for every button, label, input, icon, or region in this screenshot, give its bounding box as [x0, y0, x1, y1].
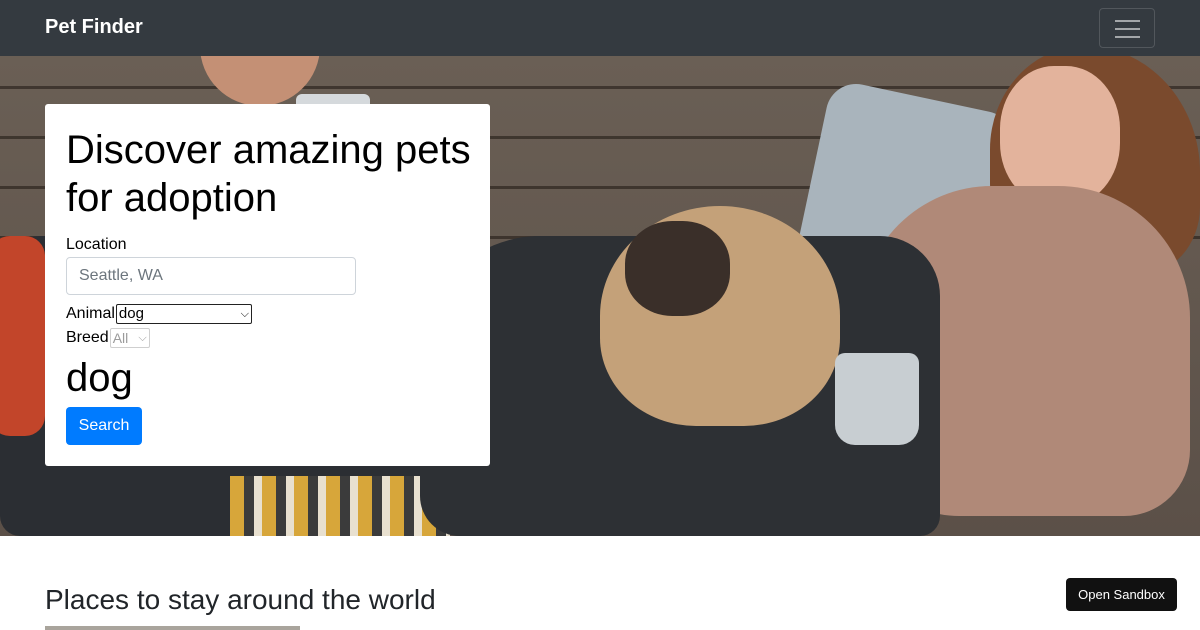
brand-link[interactable]: Pet Finder — [45, 15, 143, 40]
woman-face-photo — [1000, 66, 1120, 206]
section-title: Places to stay around the world — [45, 584, 436, 615]
search-card: Discover amazing pets for adoption Locat… — [45, 104, 490, 466]
red-pillow-photo — [0, 236, 45, 436]
search-button[interactable]: Search — [66, 407, 142, 445]
animal-label: Animal — [66, 305, 115, 322]
breed-label: Breed — [66, 329, 109, 346]
navbar: Pet Finder — [0, 0, 1200, 56]
breed-select-value: All — [112, 330, 129, 346]
selected-animal-heading: dog — [66, 356, 133, 400]
hamburger-menu-icon-bar — [1115, 36, 1140, 38]
blanket-photo — [230, 476, 450, 536]
animal-row: Animal dog ⌵ — [66, 304, 252, 324]
page-title: Discover amazing pets for adoption — [66, 128, 471, 220]
pug-face-photo — [625, 221, 730, 316]
navbar-toggler-button[interactable] — [1099, 8, 1155, 48]
hamburger-menu-icon — [1115, 20, 1140, 22]
animal-select-value: dog — [118, 305, 144, 322]
hamburger-menu-icon-bar — [1115, 28, 1140, 30]
animal-select[interactable]: dog ⌵ — [115, 304, 252, 324]
chevron-down-icon: ⌵ — [138, 331, 147, 344]
chevron-down-icon: ⌵ — [240, 307, 249, 320]
breed-row: Breed All ⌵ — [66, 328, 150, 348]
breed-select[interactable]: All ⌵ — [109, 328, 150, 348]
open-sandbox-button[interactable]: Open Sandbox — [1066, 578, 1177, 611]
location-label: Location — [66, 236, 127, 253]
mug-photo — [835, 353, 919, 445]
location-input[interactable] — [66, 257, 356, 295]
place-thumbnail[interactable] — [45, 626, 300, 630]
